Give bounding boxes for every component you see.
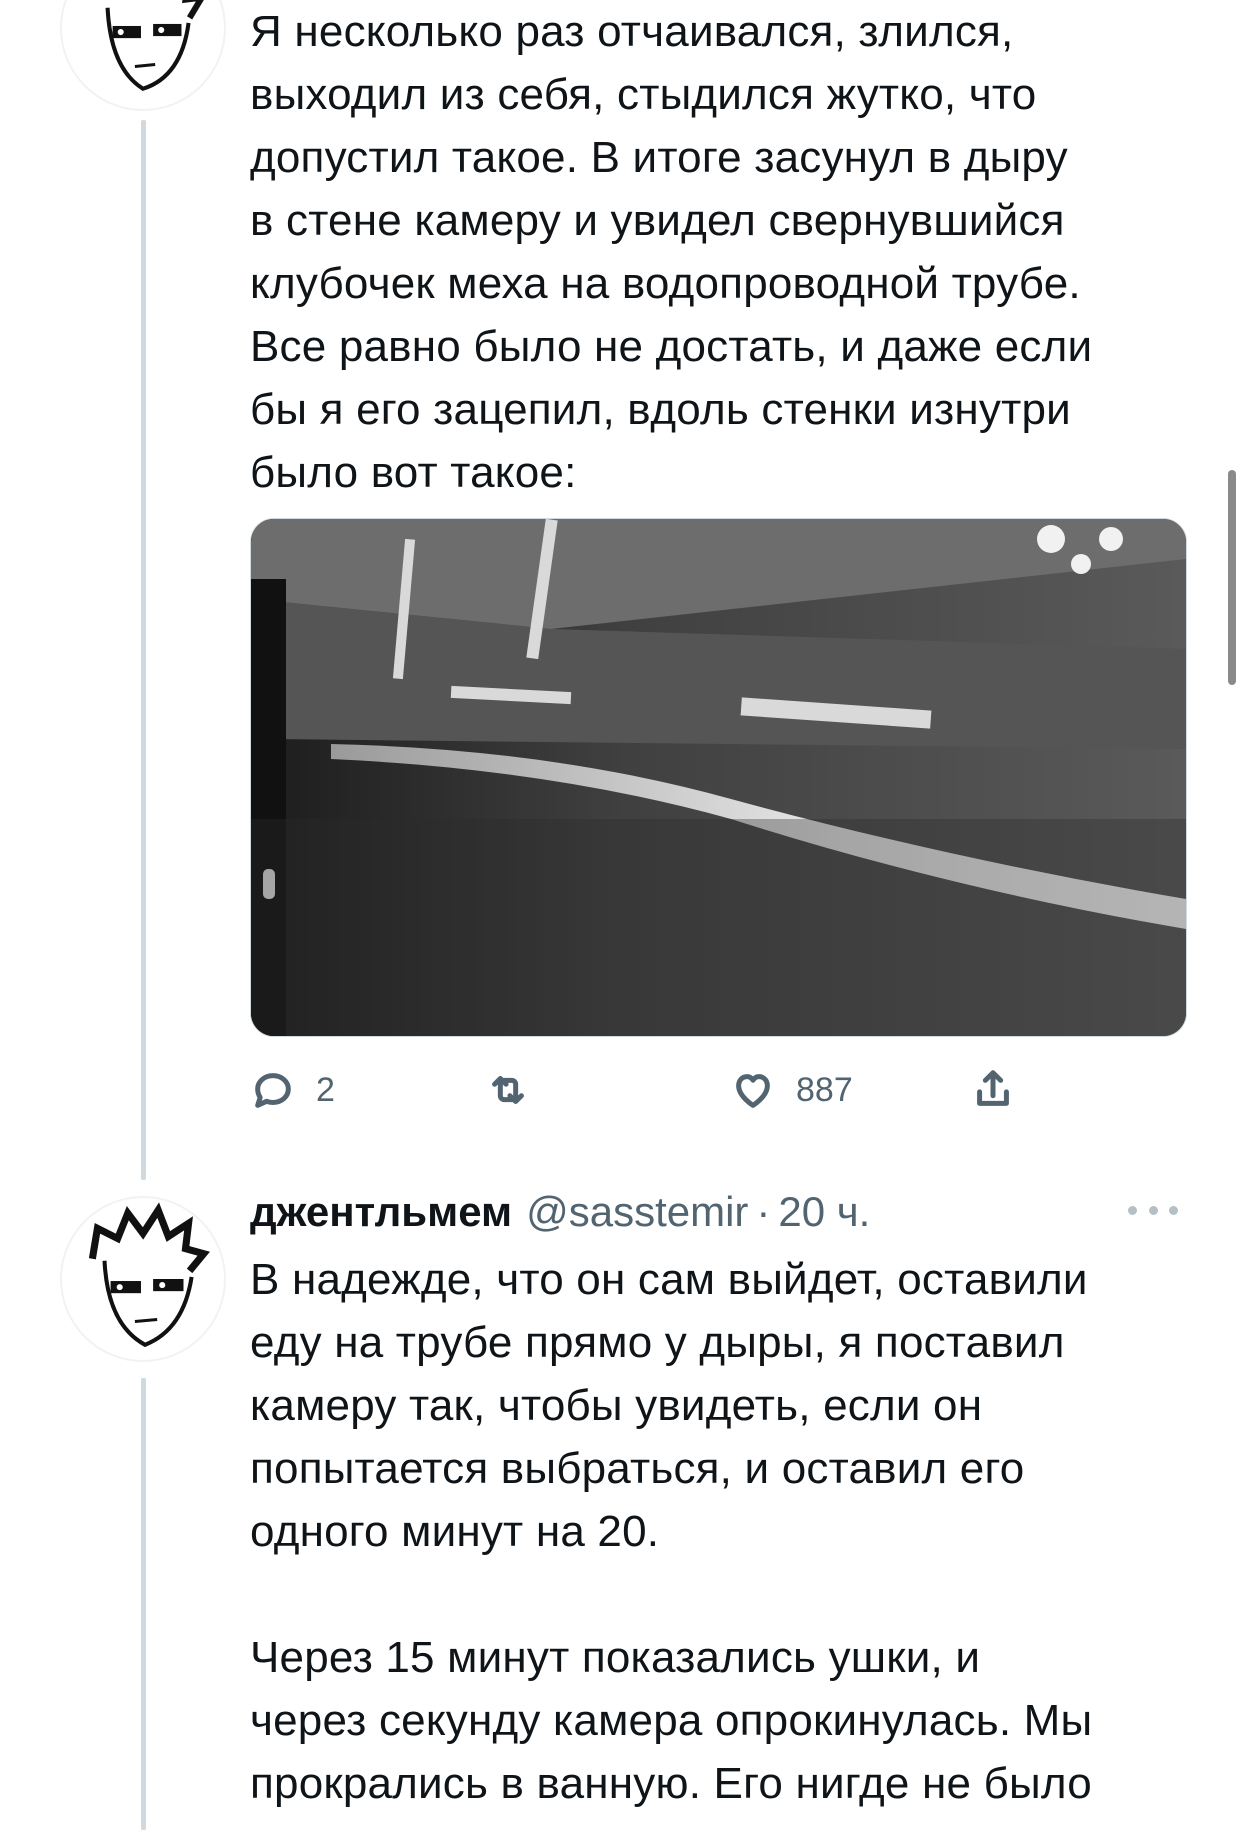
like-button[interactable]: 887 <box>730 1055 853 1125</box>
tweet-text: Я несколько раз отчаивался, злился, выхо… <box>250 7 1093 497</box>
share-icon <box>977 1070 1009 1106</box>
thread-line-bottom <box>141 1378 146 1830</box>
reply-button[interactable]: 2 <box>250 1055 335 1125</box>
tweet-actions: 2 887 <box>250 1055 1210 1125</box>
like-count: 887 <box>796 1070 853 1109</box>
photo-inside-wall <box>251 519 1186 1036</box>
share-button[interactable] <box>970 1055 1016 1125</box>
avatar-drawing <box>88 1202 210 1348</box>
heart-icon <box>736 1074 770 1108</box>
avatar[interactable] <box>60 0 226 111</box>
thread-line-top <box>141 120 146 1180</box>
tweet-media-image[interactable] <box>250 518 1187 1037</box>
author-handle[interactable]: @sasstemir <box>526 1188 748 1236</box>
timeline: Я несколько раз отчаивался, злился, выхо… <box>0 0 1242 1830</box>
retweet-icon <box>492 1076 524 1104</box>
retweet-button[interactable] <box>485 1055 551 1125</box>
reply-icon <box>255 1073 291 1108</box>
avatar[interactable] <box>60 1196 226 1362</box>
tweet-text: В надежде, что он сам выйдет, оставили е… <box>250 1255 1093 1808</box>
scrollbar[interactable] <box>1228 470 1236 685</box>
separator: · <box>756 1188 771 1235</box>
reply-count: 2 <box>316 1070 335 1109</box>
tweet-header: джентльмем @sasstemir · 20 ч. <box>250 1188 1210 1248</box>
avatar-drawing <box>105 0 204 91</box>
author-name[interactable]: джентльмем <box>250 1188 512 1236</box>
tweet-time[interactable]: 20 ч. <box>778 1188 870 1236</box>
more-icon[interactable] <box>1128 1190 1178 1230</box>
